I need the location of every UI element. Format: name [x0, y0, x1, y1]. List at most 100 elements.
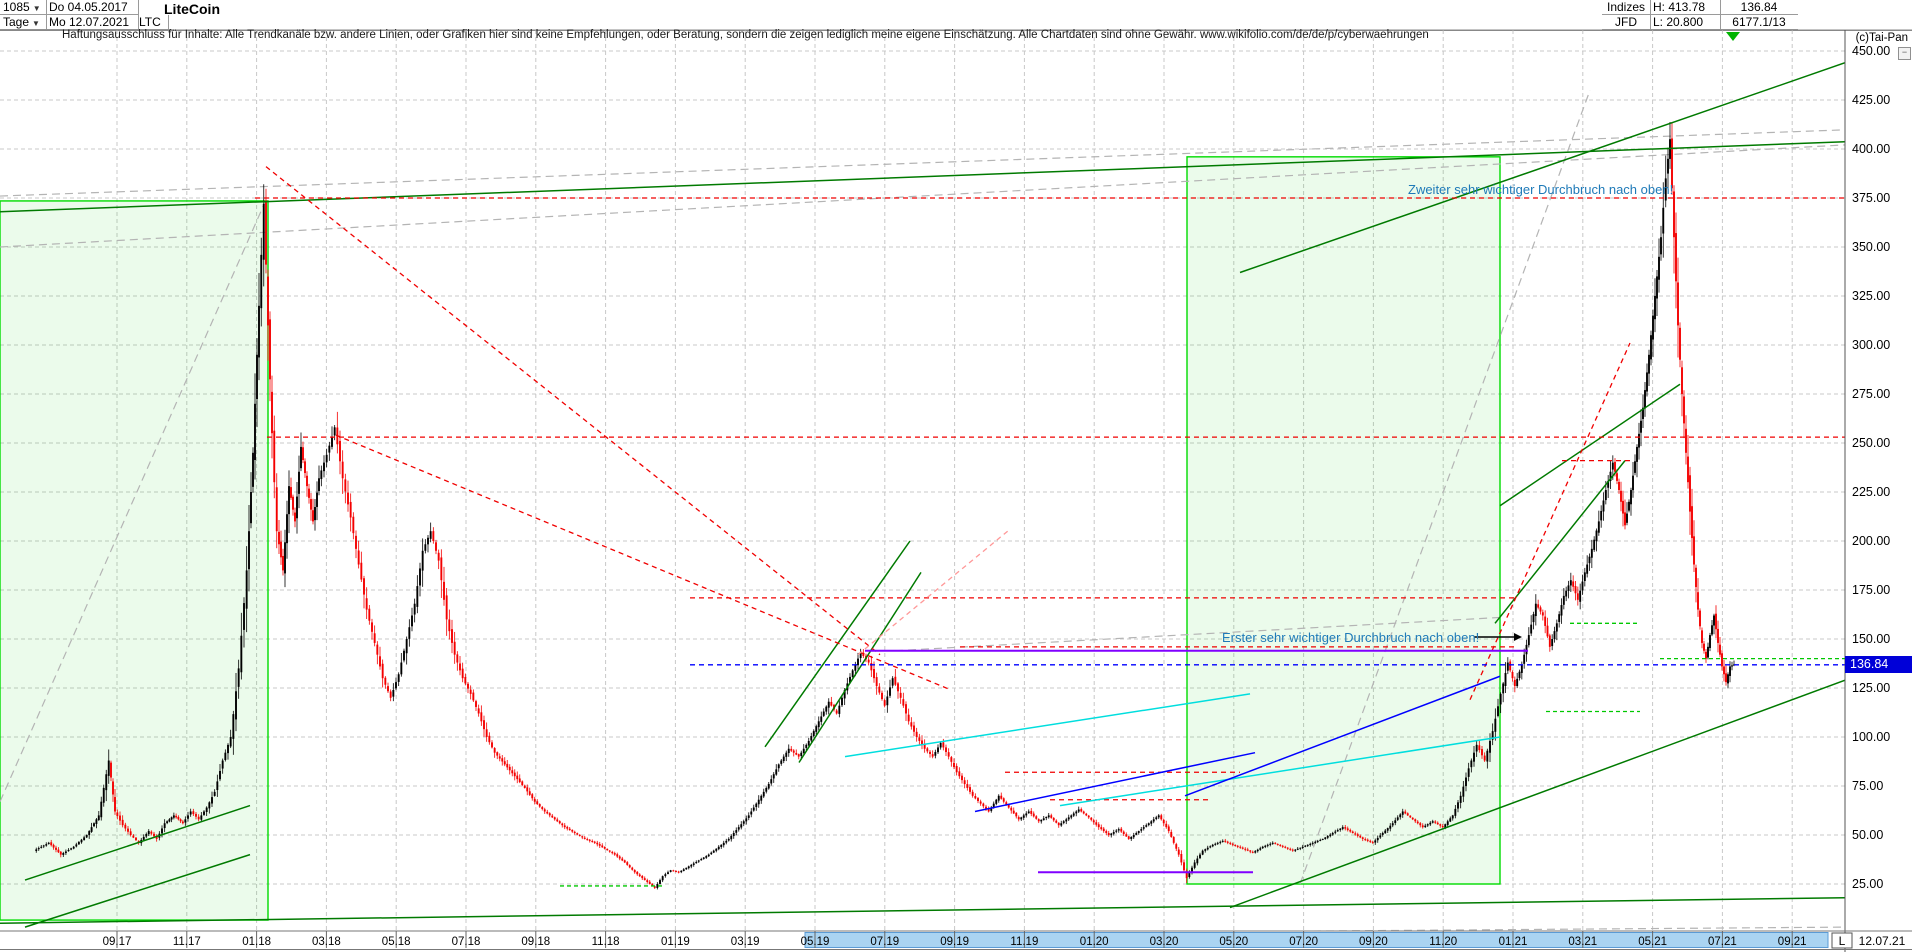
candle-body	[695, 862, 697, 863]
candle-body	[559, 821, 561, 823]
candle-body	[765, 788, 767, 792]
candle-body	[1662, 208, 1664, 234]
candle-body	[339, 441, 341, 461]
candle-body	[524, 786, 526, 788]
candle-body	[1476, 745, 1478, 752]
breakout-box	[1187, 157, 1500, 884]
candle-body	[1701, 630, 1703, 643]
price-chart[interactable]: (c)Tai-Pan450.00425.00400.00375.00350.00…	[0, 0, 1912, 952]
candle-body	[566, 827, 568, 829]
x-axis-label: 11.18	[592, 936, 620, 948]
candle-body	[334, 427, 336, 435]
candle-body	[1359, 836, 1361, 837]
candle-body	[390, 691, 392, 697]
candle-body	[296, 497, 298, 519]
candle-body	[1354, 833, 1356, 834]
candle-body	[1507, 663, 1509, 671]
candle-body	[889, 687, 891, 695]
candle-body	[1170, 832, 1172, 837]
y-axis-label: 325.00	[1852, 289, 1890, 303]
candle-body	[693, 863, 695, 865]
candle-body	[57, 850, 59, 853]
candle-body	[740, 824, 742, 827]
candle-body	[265, 201, 267, 265]
candle-body	[1519, 672, 1521, 678]
x-axis-label: 07.21	[1708, 936, 1737, 948]
candle-body	[258, 306, 260, 358]
candle-body	[1565, 591, 1567, 597]
candle-body	[1394, 820, 1396, 823]
candle-body	[624, 860, 626, 862]
candle-body	[1113, 832, 1115, 834]
x-axis-label: 11.17	[173, 936, 201, 948]
candle-body	[1035, 816, 1037, 819]
candle-body	[384, 678, 386, 685]
candle-body	[1577, 593, 1579, 599]
candle-body	[350, 502, 352, 518]
candle-body	[219, 771, 221, 779]
candle-body	[1088, 816, 1090, 818]
candle-body	[1404, 812, 1406, 814]
candle-body	[40, 847, 42, 848]
candle-body	[808, 741, 810, 746]
candle-body	[1098, 824, 1100, 827]
candle-body	[284, 542, 286, 573]
candle-body	[190, 811, 192, 814]
candle-body	[1153, 819, 1155, 821]
candle-body	[1028, 811, 1030, 813]
candle-body	[70, 848, 72, 849]
candle-body	[216, 781, 218, 790]
candle-body	[1384, 831, 1386, 834]
candle-body	[68, 850, 70, 851]
candle-body	[414, 604, 416, 615]
candle-body	[1372, 842, 1374, 843]
candle-body	[1397, 817, 1399, 820]
candle-body	[1713, 615, 1715, 625]
candle-body	[743, 821, 745, 823]
candle-body	[509, 767, 511, 770]
candle-body	[1505, 673, 1507, 686]
candle-body	[300, 447, 302, 468]
candle-body	[1317, 841, 1319, 842]
candle-body	[443, 582, 445, 600]
candle-body	[1681, 367, 1683, 394]
collapse-axis-button[interactable]: −	[1898, 47, 1911, 60]
y-axis-label: 425.00	[1852, 93, 1890, 107]
candle-body	[878, 687, 880, 693]
x-axis-label: 07.20	[1289, 936, 1318, 948]
candle-body	[1697, 592, 1699, 609]
x-axis-label: 03.21	[1568, 936, 1597, 948]
last-marker-label: L	[1839, 934, 1846, 948]
candle-body	[1392, 823, 1394, 825]
x-axis-label: 09.18	[521, 936, 550, 948]
candle-body	[937, 747, 939, 752]
candle-body	[1429, 823, 1431, 825]
candle-body	[60, 852, 62, 855]
candle-body	[868, 660, 870, 663]
candle-body	[470, 690, 472, 694]
candle-body	[1155, 817, 1157, 819]
candle-body	[1130, 837, 1132, 839]
plot-area[interactable]	[0, 30, 1912, 941]
candle-body	[1605, 490, 1607, 500]
candle-body	[1417, 822, 1419, 824]
candle-body	[1427, 824, 1429, 825]
candle-body	[432, 531, 434, 541]
gray-trendline	[0, 127, 1912, 196]
candle-body	[1362, 837, 1364, 839]
candle-body	[1556, 623, 1558, 631]
candle-body	[1422, 825, 1424, 827]
candle-body	[1717, 629, 1719, 643]
x-axis-label: 03.20	[1150, 936, 1179, 948]
candle-body	[1432, 821, 1434, 822]
candle-body	[456, 654, 458, 662]
candle-body	[208, 802, 210, 808]
candle-body	[1689, 475, 1691, 511]
candle-body	[897, 683, 899, 691]
candle-body	[758, 800, 760, 805]
candle-body	[836, 710, 838, 713]
candle-body	[1465, 778, 1467, 786]
x-axis-label: 09.21	[1778, 936, 1807, 948]
candle-body	[511, 770, 513, 773]
candle-body	[366, 598, 368, 609]
